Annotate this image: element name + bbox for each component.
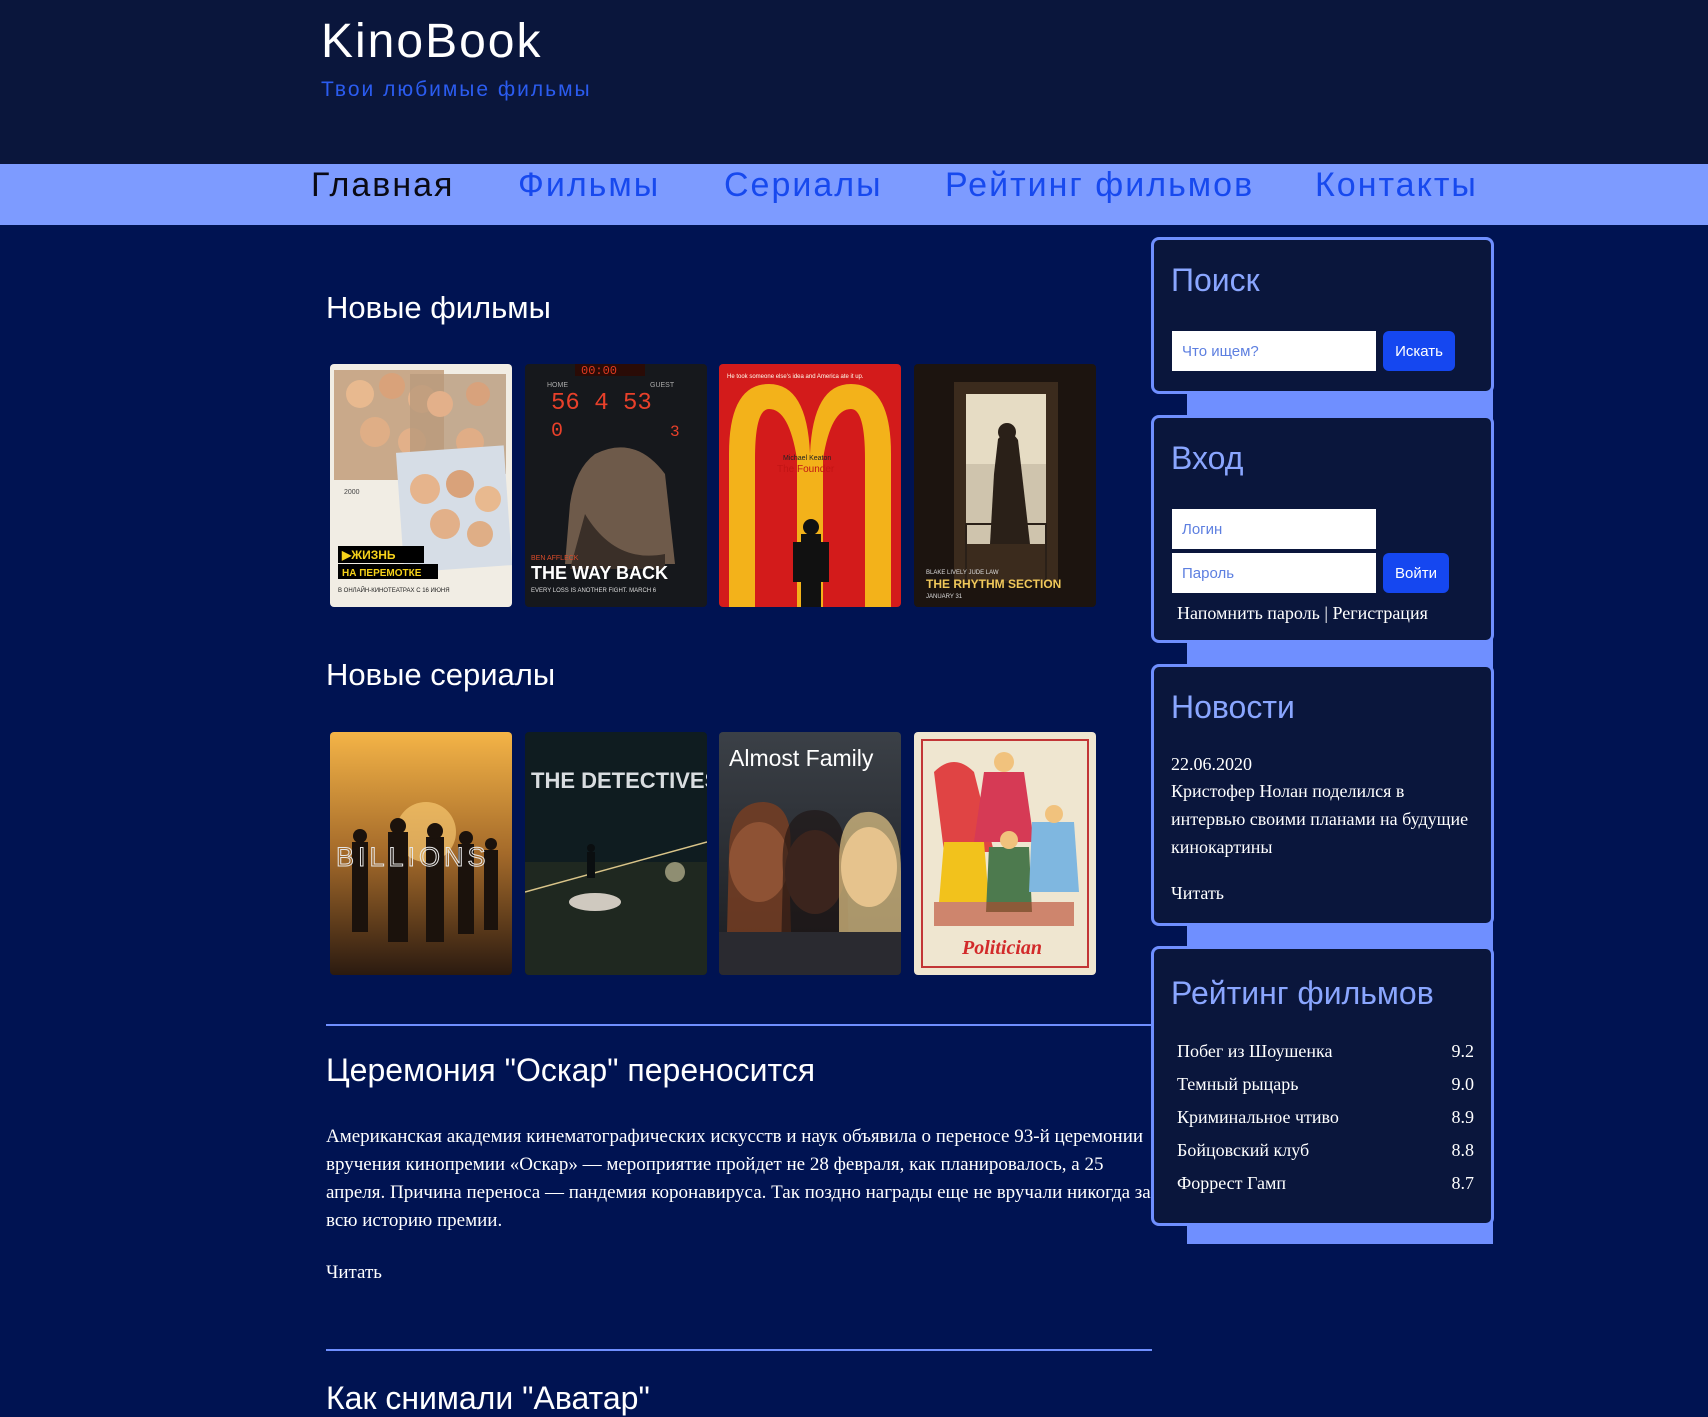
series-poster-the-detectives[interactable]: THE DETECTIVES <box>525 732 707 975</box>
film-poster-zhizn[interactable]: 2000 ▶ЖИЗНЬ НА ПЕРЕМОТКЕ В ОНЛАЙН-КИНОТЕ… <box>330 364 512 607</box>
main-nav: Главная Фильмы Сериалы Рейтинг фильмов К… <box>0 164 1708 225</box>
nav-item-home[interactable]: Главная <box>311 166 454 205</box>
search-input[interactable] <box>1172 331 1376 371</box>
svg-text:The Founder: The Founder <box>777 464 835 475</box>
search-widget-title: Поиск <box>1171 262 1260 298</box>
svg-text:THE RHYTHM SECTION: THE RHYTHM SECTION <box>926 577 1061 591</box>
svg-text:00:00: 00:00 <box>581 364 617 378</box>
rating-widget-title: Рейтинг фильмов <box>1171 975 1434 1011</box>
remind-password-link[interactable]: Напомнить пароль <box>1177 603 1320 623</box>
article-read-link[interactable]: Читать <box>326 1262 382 1284</box>
site-tagline: Твои любимые фильмы <box>321 78 592 101</box>
article-title-avatar[interactable]: Как снимали "Аватар" <box>326 1380 650 1417</box>
svg-text:НА ПЕРЕМОТКЕ: НА ПЕРЕМОТКЕ <box>342 568 422 579</box>
svg-text:THE DETECTIVES: THE DETECTIVES <box>531 768 707 793</box>
news-widget-title: Новости <box>1171 689 1295 725</box>
rating-item[interactable]: Форрест Гамп 8.7 <box>1177 1173 1474 1203</box>
nav-item-contacts[interactable]: Контакты <box>1315 166 1478 205</box>
site-logo-title[interactable]: KinoBook <box>321 14 542 69</box>
login-widget: Вход Войти Напомнить пароль | Регистраци… <box>1151 415 1494 643</box>
news-date: 22.06.2020 <box>1171 754 1252 774</box>
article-divider <box>326 1024 1152 1026</box>
search-widget: Поиск Искать <box>1151 237 1494 394</box>
svg-text:0: 0 <box>551 420 563 443</box>
rating-widget: Рейтинг фильмов Побег из Шоушенка 9.2 Те… <box>1151 946 1494 1226</box>
news-text: Кристофер Нолан поделился в интервью сво… <box>1171 781 1469 857</box>
svg-text:▶ЖИЗНЬ: ▶ЖИЗНЬ <box>341 548 396 562</box>
nav-item-films[interactable]: Фильмы <box>518 166 660 205</box>
series-poster-the-politician[interactable]: Politician <box>914 732 1096 975</box>
svg-text:JANUARY 31: JANUARY 31 <box>926 594 963 600</box>
svg-text:Almost Family: Almost Family <box>729 745 874 771</box>
new-series-heading: Новые сериалы <box>326 657 556 692</box>
svg-text:2000: 2000 <box>344 489 360 496</box>
svg-text:3: 3 <box>670 423 680 441</box>
article-text-oscar: Американская академия кинематографически… <box>326 1126 1151 1231</box>
login-widget-title: Вход <box>1171 440 1244 476</box>
rating-item-score: 9.0 <box>1451 1074 1475 1094</box>
series-poster-billions[interactable]: BILLIONS <box>330 732 512 975</box>
svg-text:Michael Keaton: Michael Keaton <box>783 455 831 462</box>
rating-item-title: Темный рыцарь <box>1177 1074 1299 1094</box>
rating-item-title: Криминальное чтиво <box>1177 1107 1339 1127</box>
svg-text:56 4 53: 56 4 53 <box>551 390 652 417</box>
rating-item-title: Побег из Шоушенка <box>1177 1041 1333 1061</box>
site-header: KinoBook Твои любимые фильмы <box>0 0 1708 164</box>
link-separator: | <box>1324 603 1328 623</box>
rating-item[interactable]: Темный рыцарь 9.0 <box>1177 1074 1474 1104</box>
rating-item-score: 8.9 <box>1451 1107 1475 1127</box>
article-divider <box>326 1349 1152 1351</box>
film-poster-the-way-back[interactable]: 00:00 HOME GUEST 56 4 53 0 3 BEN AFFLECK… <box>525 364 707 607</box>
login-button[interactable]: Войти <box>1383 553 1449 593</box>
svg-text:THE WAY BACK: THE WAY BACK <box>531 563 668 583</box>
svg-text:BLAKE LIVELY JUDE LAW: BLAKE LIVELY JUDE LAW <box>926 570 999 576</box>
svg-text:GUEST: GUEST <box>650 382 675 389</box>
svg-text:В ОНЛАЙН-КИНОТЕАТРАХ С 16 ИЮНЯ: В ОНЛАЙН-КИНОТЕАТРАХ С 16 ИЮНЯ <box>338 586 450 594</box>
svg-text:BEN AFFLECK: BEN AFFLECK <box>531 555 579 562</box>
login-links: Напомнить пароль | Регистрация <box>1177 603 1428 624</box>
rating-item-score: 8.8 <box>1451 1140 1475 1160</box>
film-poster-the-rhythm-section[interactable]: BLAKE LIVELY JUDE LAW THE RHYTHM SECTION… <box>914 364 1096 607</box>
password-input[interactable] <box>1172 553 1376 593</box>
rating-item-title: Форрест Гамп <box>1177 1173 1286 1193</box>
search-button[interactable]: Искать <box>1383 331 1455 371</box>
rating-item-score: 8.7 <box>1451 1173 1475 1193</box>
article-title-oscar[interactable]: Церемония "Оскар" переносится <box>326 1052 815 1089</box>
rating-item[interactable]: Бойцовский клуб 8.8 <box>1177 1140 1474 1170</box>
nav-item-rating[interactable]: Рейтинг фильмов <box>945 166 1254 205</box>
series-poster-almost-family[interactable]: Almost Family <box>719 732 901 975</box>
news-widget: Новости 22.06.2020 Кристофер Нолан подел… <box>1151 664 1494 926</box>
svg-text:HOME: HOME <box>547 382 568 389</box>
rating-item-title: Бойцовский клуб <box>1177 1140 1310 1160</box>
register-link[interactable]: Регистрация <box>1332 603 1427 623</box>
rating-item-score: 9.2 <box>1451 1041 1475 1061</box>
svg-text:EVERY LOSS IS ANOTHER FIGHT. M: EVERY LOSS IS ANOTHER FIGHT. MARCH 6 <box>531 588 657 594</box>
rating-item[interactable]: Криминальное чтиво 8.9 <box>1177 1107 1474 1137</box>
film-poster-the-founder[interactable]: He took someone else's idea and America … <box>719 364 901 607</box>
new-films-heading: Новые фильмы <box>326 290 551 325</box>
svg-text:BILLIONS: BILLIONS <box>336 842 490 872</box>
login-input[interactable] <box>1172 509 1376 549</box>
nav-item-series[interactable]: Сериалы <box>724 166 883 205</box>
news-read-link[interactable]: Читать <box>1171 883 1224 904</box>
rating-item[interactable]: Побег из Шоушенка 9.2 <box>1177 1041 1474 1071</box>
svg-text:He took someone else's idea an: He took someone else's idea and America … <box>727 374 864 380</box>
svg-text:Politician: Politician <box>961 937 1042 959</box>
